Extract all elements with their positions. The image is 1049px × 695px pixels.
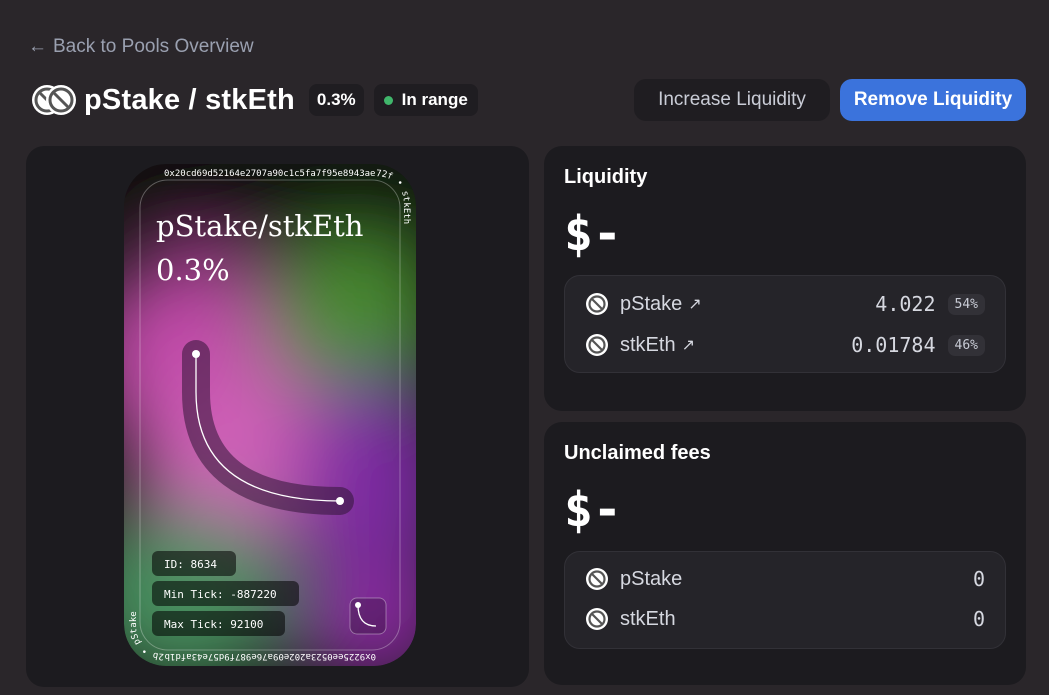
token-placeholder-icon: [586, 568, 608, 590]
nft-fee-text: 0.3%: [156, 253, 230, 287]
remove-liquidity-button[interactable]: Remove Liquidity: [840, 79, 1026, 121]
token-amount: 4.022: [875, 292, 936, 316]
list-item: stkEth ↗ 0.01784 46%: [585, 330, 985, 360]
pool-header: pStake / stkEth 0.3% In range: [30, 80, 478, 120]
token-name[interactable]: stkEth: [620, 334, 676, 357]
pair-logo: [30, 83, 78, 117]
position-nft: 0x20cd69d52164e2707a90c1c5fa7f95e8943ae7…: [124, 164, 416, 666]
token-placeholder-icon: [586, 608, 608, 630]
unclaimed-fees-title: Unclaimed fees: [564, 442, 711, 464]
liquidity-token-list: pStake ↗ 4.022 54% stkEth ↗ 0.01784 46%: [564, 275, 1006, 373]
arrow-left-icon: ←: [28, 36, 47, 57]
token-name[interactable]: pStake: [620, 293, 682, 316]
token-name: stkEth: [620, 607, 676, 630]
unclaimed-fees-value: $-: [564, 482, 622, 538]
token-name: pStake: [620, 567, 683, 590]
external-link-icon[interactable]: ↗: [682, 335, 695, 355]
position-nft-card: 0x20cd69d52164e2707a90c1c5fa7f95e8943ae7…: [26, 146, 529, 687]
back-link-label: Back to Pools Overview: [53, 36, 254, 57]
token-placeholder-icon: [586, 334, 608, 356]
nft-id-text: ID: 8634: [164, 558, 217, 571]
token-amount: 0.01784: [851, 333, 936, 357]
list-item: pStake ↗ 4.022 54%: [585, 289, 985, 319]
external-link-icon[interactable]: ↗: [688, 294, 701, 314]
range-status-badge: In range: [373, 84, 478, 116]
token-placeholder-icon: [46, 85, 76, 115]
nft-mini-curve-dot: [355, 602, 361, 608]
list-item: pStake 0: [585, 564, 985, 594]
fee-tier-badge: 0.3%: [308, 84, 364, 116]
unclaimed-fees-panel: Unclaimed fees $- pStake 0 stkEth 0: [544, 422, 1026, 685]
range-status-label: In range: [401, 90, 468, 109]
token-placeholder-icon: [586, 293, 608, 315]
back-link[interactable]: ← Back to Pools Overview: [28, 36, 254, 58]
token-percent-badge: 54%: [947, 293, 985, 315]
status-dot: [383, 95, 393, 105]
list-item: stkEth 0: [585, 604, 985, 634]
nft-max-tick-text: Max Tick: 92100: [164, 618, 263, 631]
page-title: pStake / stkEth: [84, 83, 295, 116]
range-curve-start-dot: [192, 350, 200, 358]
liquidity-value: $-: [564, 206, 622, 262]
nft-pair-text: pStake/stkEth: [156, 209, 364, 243]
increase-liquidity-button[interactable]: Increase Liquidity: [634, 79, 830, 121]
fees-token-list: pStake 0 stkEth 0: [564, 551, 1006, 649]
range-curve-end-dot: [336, 497, 344, 505]
nft-min-tick-text: Min Tick: -887220: [164, 588, 277, 601]
token-amount: 0: [972, 567, 985, 591]
token-amount: 0: [972, 607, 985, 631]
liquidity-panel: Liquidity $- pStake ↗ 4.022 54% stkEth ↗…: [544, 146, 1026, 411]
liquidity-title: Liquidity: [564, 166, 648, 188]
token-percent-badge: 46%: [947, 334, 985, 356]
nft-mini-curve-box: [349, 597, 387, 635]
